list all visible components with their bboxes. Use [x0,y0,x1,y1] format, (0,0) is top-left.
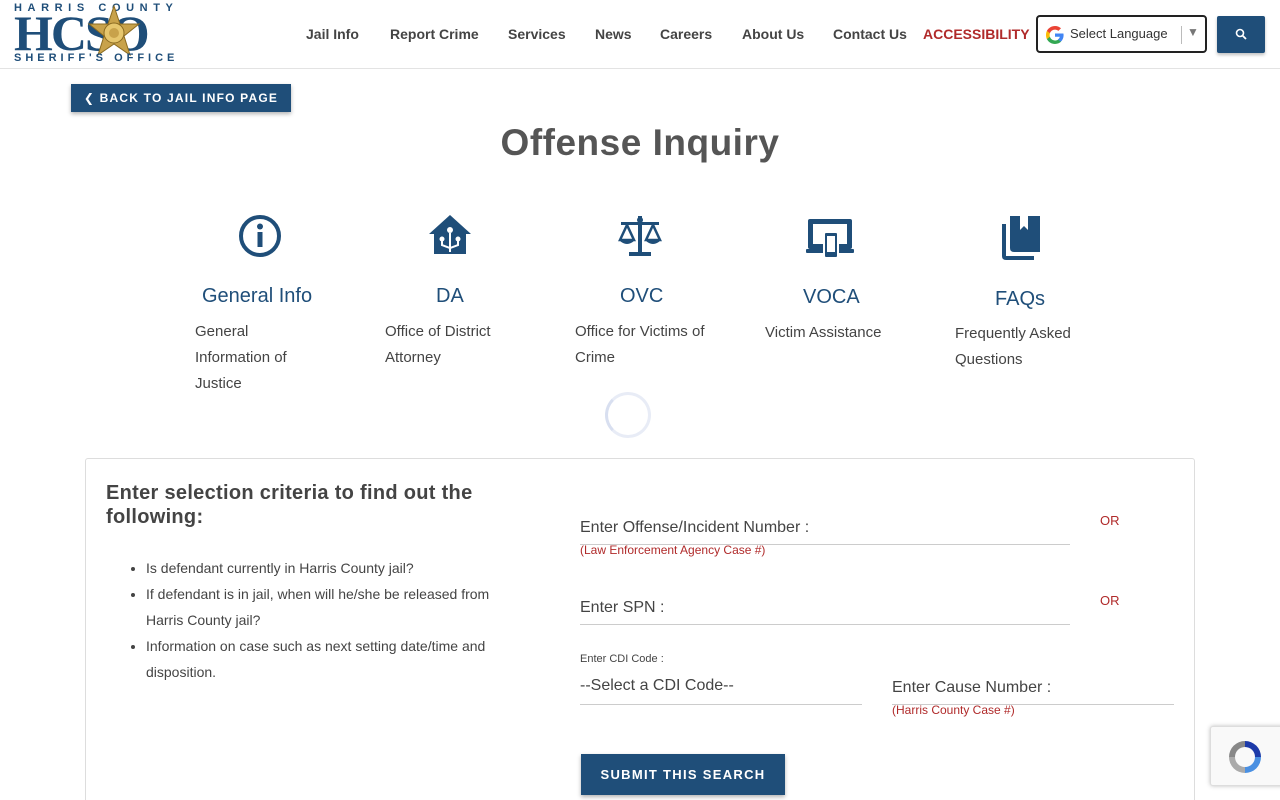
card-title: OVC [620,285,664,307]
card-description: Office of District Attorney [385,323,491,366]
cdi-code-label: Enter CDI Code : [580,653,664,665]
search-form-panel: Enter selection criteria to find out the… [85,458,1195,800]
scales-icon [618,216,662,256]
language-select-divider [1181,26,1182,44]
cause-number-input[interactable]: Enter Cause Number : [892,673,1174,705]
back-to-jail-info-button[interactable]: ❮ BACK TO JAIL INFO PAGE [71,84,291,112]
chevron-down-icon: ▼ [1187,25,1199,39]
cause-number-label: Enter Cause Number : [892,679,1052,696]
or-separator: OR [1100,593,1120,608]
google-g-icon [1046,26,1064,44]
card-description: Office for Victims of Crime [575,323,705,366]
card-title: General Info [202,285,313,307]
card-title: VOCA [803,286,860,308]
search-button[interactable] [1217,16,1265,53]
recaptcha-badge[interactable] [1210,726,1280,786]
devices-icon [806,219,854,259]
cdi-code-selected-value: --Select a CDI Code-- [580,677,734,694]
or-separator: OR [1100,513,1120,528]
search-icon [1235,28,1247,40]
language-select-label: Select Language [1070,26,1168,41]
form-heading: Enter selection criteria to find out the… [106,482,473,528]
criteria-list: Is defendant currently in Harris County … [146,555,516,685]
card-title: FAQs [995,288,1046,310]
offense-number-input[interactable]: Enter Offense/Incident Number : [580,513,1070,545]
nav-report-crime[interactable]: Report Crime [390,26,479,42]
nav-news[interactable]: News [595,26,632,42]
spn-input[interactable]: Enter SPN : [580,593,1070,625]
list-item: If defendant is in jail, when will he/sh… [146,581,516,633]
nav-careers[interactable]: Careers [660,26,712,42]
cause-number-hint: (Harris County Case #) [892,703,1015,717]
info-circle-icon [239,215,281,257]
language-select[interactable]: Select Language ▼ [1036,15,1207,53]
spn-label: Enter SPN : [580,599,665,616]
house-network-icon [429,215,471,254]
hcso-logo[interactable]: HARRIS COUNTY HCSO SHERIFF'S OFFICE [14,2,210,66]
nav-services[interactable]: Services [508,26,566,42]
books-icon [1002,216,1040,260]
cdi-code-select[interactable]: --Select a CDI Code-- [580,671,862,705]
logo-bottom-text: SHERIFF'S OFFICE [14,52,179,64]
page-title: Offense Inquiry [500,122,780,163]
nav-about-us[interactable]: About Us [742,26,804,42]
site-header: HARRIS COUNTY HCSO SHERIFF'S OFFICE Jail… [0,0,1280,69]
list-item: Information on case such as next setting… [146,633,516,685]
loading-spinner [605,392,651,438]
card-description: Frequently Asked Questions [955,325,1071,368]
list-item: Is defendant currently in Harris County … [146,555,516,581]
card-description: General Information of Justice [195,323,287,392]
card-description: Victim Assistance [765,324,882,341]
card-title: DA [436,285,464,307]
submit-search-button[interactable]: SUBMIT THIS SEARCH [581,754,785,795]
nav-jail-info[interactable]: Jail Info [306,26,359,42]
nav-accessibility[interactable]: ACCESSIBILITY [923,26,1030,42]
offense-number-label: Enter Offense/Incident Number : [580,519,810,536]
offense-number-hint: (Law Enforcement Agency Case #) [580,543,766,557]
recaptcha-icon [1229,741,1261,773]
nav-contact-us[interactable]: Contact Us [833,26,907,42]
